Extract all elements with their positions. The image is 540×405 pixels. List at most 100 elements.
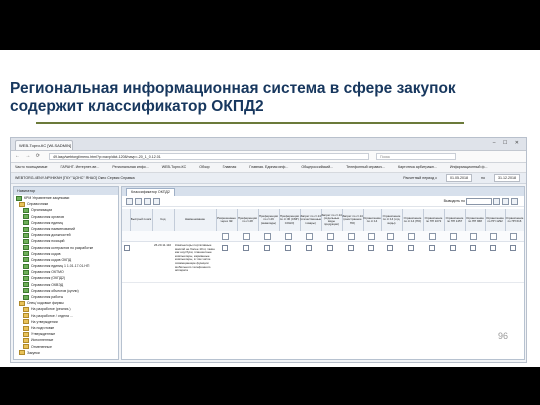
table-icon	[23, 207, 29, 213]
filter-checkbox[interactable]	[429, 233, 436, 240]
screenshot-webtorgi: WEB-Торги-КС [WLSADMIN] - 2011 – ☐ ✕ ← →…	[10, 137, 527, 363]
navigator-title: Навигатор	[14, 187, 118, 195]
folder-icon	[19, 201, 25, 207]
grid-header-cell[interactable]: Запрет по ст.14 (отдельные виды продукци…	[321, 209, 343, 231]
bookmark-item[interactable]: ГАРАНТ. Интернет-ве...	[61, 165, 100, 169]
filter-checkbox[interactable]	[450, 233, 457, 240]
bookmark-item[interactable]: WEB-Торги-КС	[162, 165, 186, 169]
address-bar-row: ← → ⟳ 49.lasp/webtorgi/menu.html?p=navp/…	[11, 151, 526, 163]
bookmark-item[interactable]: Картотека арбитражн...	[398, 165, 437, 169]
table-icon	[23, 282, 29, 288]
grid-header: Быстрый поиск Код Наименование Разрешенн…	[122, 209, 524, 232]
nav-arrows-icon[interactable]: ← → ⟳	[15, 153, 42, 159]
row-checkbox[interactable]	[285, 245, 291, 251]
print-icon[interactable]	[153, 197, 160, 205]
export-icon[interactable]	[144, 197, 151, 205]
grid-header-cell[interactable]: Код	[152, 209, 175, 231]
row-select-checkbox[interactable]	[124, 245, 130, 251]
filter-checkbox[interactable]	[285, 233, 292, 240]
browser-tabbar: WEB-Торги-КС [WLSADMIN] - 2011 – ☐ ✕	[11, 138, 526, 151]
folder-icon	[23, 319, 29, 325]
grid-header-cell[interactable]: Ограничение по ПП 1292	[485, 209, 506, 231]
url-input[interactable]: 49.lasp/webtorgi/menu.html?p=navp/dict-1…	[49, 153, 369, 160]
row-checkbox[interactable]	[408, 245, 414, 251]
next-page-icon[interactable]	[511, 197, 518, 205]
filter-checkbox[interactable]	[470, 233, 477, 240]
filter-checkbox[interactable]	[327, 233, 334, 240]
filter-checkbox[interactable]	[387, 233, 394, 240]
filter-checkbox[interactable]	[222, 233, 229, 240]
grid-header-cell[interactable]: Ограничение по ПП 1072	[423, 209, 445, 231]
quick-search-header[interactable]: Быстрый поиск	[130, 209, 153, 231]
prev-page-icon[interactable]	[502, 197, 509, 205]
filter-checkbox[interactable]	[490, 233, 497, 240]
row-checkbox[interactable]	[243, 245, 249, 251]
filter-checkbox[interactable]	[243, 233, 250, 240]
filter-checkbox[interactable]	[408, 233, 415, 240]
row-checkbox[interactable]	[429, 245, 435, 251]
filter-checkbox[interactable]	[264, 233, 271, 240]
window-controls[interactable]: – ☐ ✕	[493, 140, 522, 146]
grid-header-cell[interactable]: Запрет по ст.14 (иностранное ПО)	[342, 209, 364, 231]
row-checkbox[interactable]	[327, 245, 333, 251]
filter-icon[interactable]	[135, 197, 142, 205]
toolbar-left	[126, 196, 162, 206]
folder-icon	[23, 325, 29, 331]
table-icon	[23, 257, 29, 263]
grid-header-cell[interactable]: Наименование	[174, 209, 217, 231]
table-icon	[23, 269, 29, 275]
filter-checkbox[interactable]	[510, 233, 517, 240]
filter-checkbox[interactable]	[368, 233, 375, 240]
bottom-black-band	[0, 367, 540, 405]
tab-okpd2[interactable]: Классификатор ОКПД2	[126, 188, 175, 196]
app-user-info[interactable]: WEBTORG-4ENY-NP/HIKNH [ГКУ "ЦОНС" ЯНАО] …	[15, 173, 135, 183]
grid-header-cell[interactable]: Преференции по ст.30 (СМП, СОНО)	[279, 209, 301, 231]
row-checkbox[interactable]	[450, 245, 456, 251]
grid-header-cell[interactable]: Ограничение по ПП 968	[465, 209, 486, 231]
page-size-select[interactable]	[466, 197, 492, 205]
filter-checkbox[interactable]	[348, 233, 355, 240]
row-checkbox[interactable]	[368, 245, 374, 251]
row-checkbox[interactable]	[348, 245, 354, 251]
grid-header-cell[interactable]: Разрешенные через ЭК	[216, 209, 238, 231]
folder-icon	[19, 350, 25, 356]
grid-header-cell[interactable]: Ограничение по ст.14 (ПО)	[402, 209, 424, 231]
grid-header-cell[interactable]: Ограничение по ст.14 (отд. виды)	[381, 209, 403, 231]
bookmark-item[interactable]: Главная. Единая инф...	[249, 165, 288, 169]
browser-tab[interactable]: WEB-Торги-КС [WLSADMIN] - 2011	[15, 140, 73, 150]
row-checkbox[interactable]	[510, 245, 516, 251]
row-checkbox[interactable]	[222, 245, 228, 251]
grid-header-cell[interactable]: Преференции по ст.29 (инвалиды)	[258, 209, 280, 231]
date-to-field[interactable]: 31.12.2018	[494, 174, 520, 182]
first-page-icon[interactable]	[493, 197, 500, 205]
grid-header-cell[interactable]: Ограничение по ст.14	[363, 209, 382, 231]
bookmark-item[interactable]: Обзор	[199, 165, 209, 169]
row-checkbox[interactable]	[264, 245, 270, 251]
refresh-icon[interactable]	[126, 197, 133, 205]
grid-header-cell[interactable]: Ограничение по ПП 1457	[444, 209, 466, 231]
bookmark-item[interactable]: Главная	[223, 165, 237, 169]
table-row[interactable]: 26.20.11.110 Компьютеры портативные масс…	[122, 242, 524, 283]
find-label: Выводить по	[443, 199, 465, 203]
bookmark-item[interactable]: Телефонный справоч...	[346, 165, 385, 169]
grid-header-cell[interactable]: Ограничение по ПП 616	[505, 209, 524, 231]
row-checkbox[interactable]	[387, 245, 393, 251]
date-from-field[interactable]: 01.05.2018	[446, 174, 473, 182]
browser-search-input[interactable]: Поиск	[376, 153, 456, 160]
bookmark-item[interactable]: Региональная инфо...	[112, 165, 148, 169]
table-icon	[23, 276, 29, 282]
table-icon	[23, 220, 29, 226]
tree-item[interactable]: Закупки	[14, 350, 118, 356]
bookmark-item[interactable]: Информационный ф...	[450, 165, 488, 169]
grid-header-cell[interactable]: Запрет по ст.14 (отечественные товары)	[300, 209, 322, 231]
module-icon	[16, 195, 22, 201]
table-icon	[23, 245, 29, 251]
row-checkbox[interactable]	[470, 245, 476, 251]
row-checkbox[interactable]	[306, 245, 312, 251]
filter-checkbox[interactable]	[306, 233, 313, 240]
bookmark-item[interactable]: Общероссийский...	[301, 165, 333, 169]
grid-header-cell[interactable]: Преференции по ст.28	[237, 209, 259, 231]
slide: Региональная информационная система в сф…	[0, 50, 540, 367]
row-checkbox[interactable]	[490, 245, 496, 251]
bookmark-item[interactable]: Часто посещаемые	[15, 165, 48, 169]
